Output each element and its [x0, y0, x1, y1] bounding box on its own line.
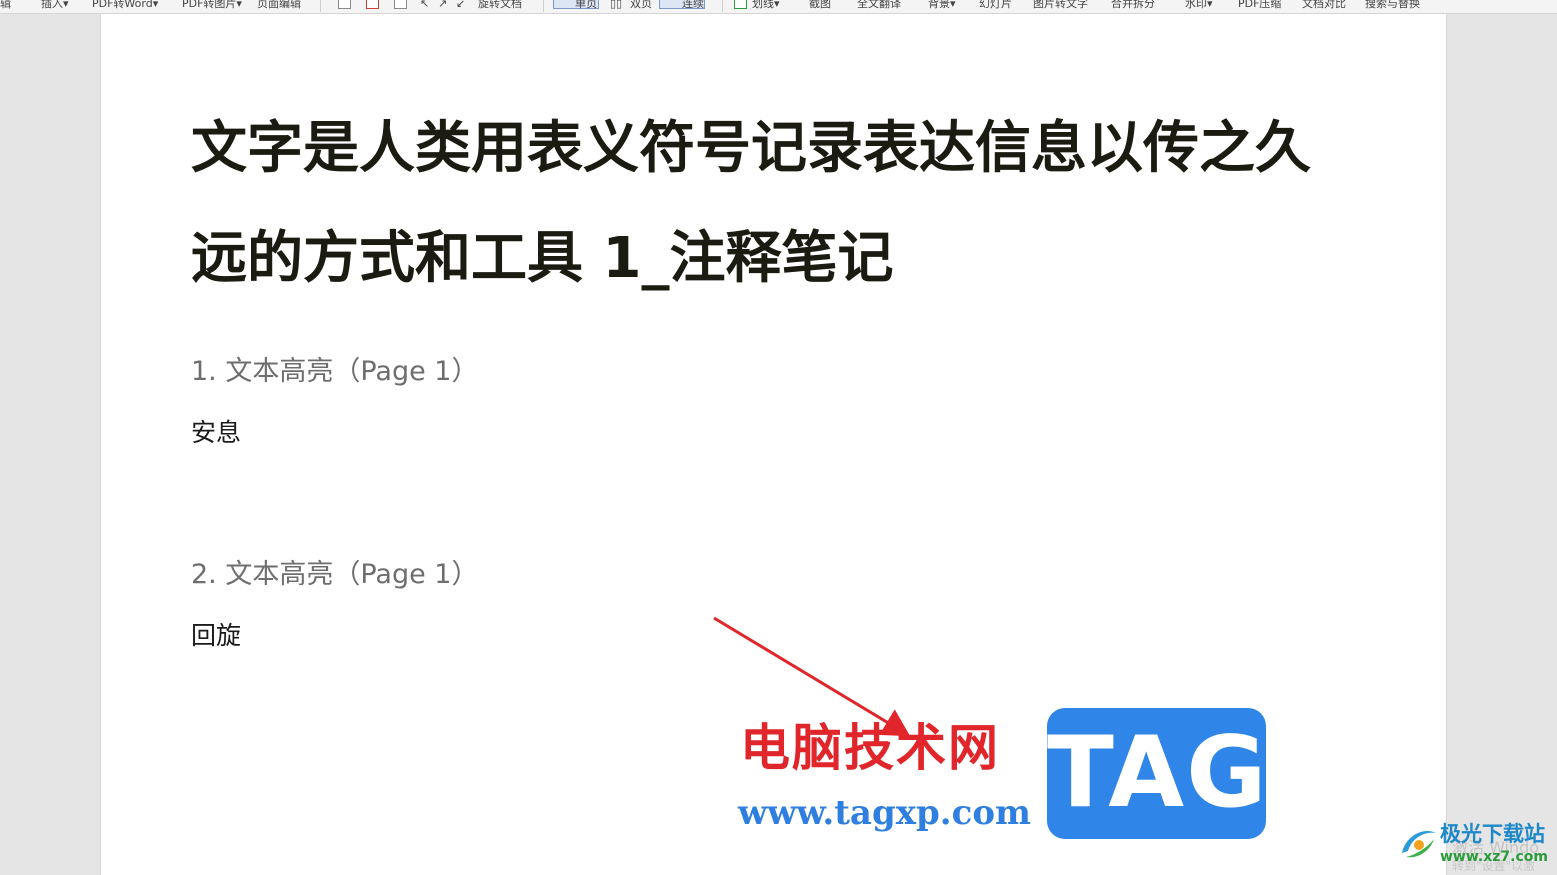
watermark-site-url: www.tagxp.com [738, 793, 1031, 833]
aurora-logo-name: 极光下载站 [1440, 822, 1545, 846]
aurora-logo-url: www.xz7.com [1440, 849, 1548, 865]
watermark-tag-logo: TAG [1047, 708, 1267, 839]
aurora-logo-icon [1402, 831, 1436, 858]
watermark-site-name: 电脑技术网 [740, 719, 1000, 777]
